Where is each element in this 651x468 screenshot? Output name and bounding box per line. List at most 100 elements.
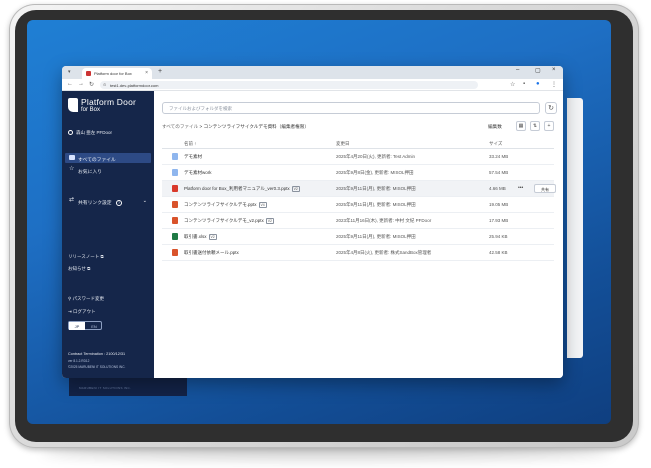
- tab-close-icon[interactable]: ×: [145, 70, 148, 76]
- file-name[interactable]: コンテンツライフサイクルデモ_v2.pptx V2: [184, 218, 274, 224]
- table-row[interactable]: Platform door for Box_利用者マニュアル_ver0.3.pp…: [162, 181, 556, 197]
- chevron-down-icon[interactable]: ⌄: [143, 198, 147, 204]
- column-modified[interactable]: 変更日: [336, 141, 350, 147]
- notices-link[interactable]: お知らせ ⧉: [68, 266, 90, 272]
- version-badge[interactable]: V4: [258, 202, 267, 208]
- file-modified: 2025年4月8日(火), 更新者: 株式SandBox管理者: [336, 250, 432, 255]
- file-name[interactable]: デモ素材: [184, 154, 202, 160]
- release-notes-link[interactable]: リリースノート ⧉: [68, 254, 104, 260]
- pptx-file-icon: [172, 217, 178, 224]
- copyright: ©2025 MARUBENI IT SOLUTIONS INC.: [68, 365, 126, 369]
- breadcrumb-root[interactable]: すべてのファイル: [162, 124, 198, 129]
- column-name[interactable]: 名前 ↑: [184, 141, 197, 147]
- app-version: ver 8.1.2.RD12: [68, 359, 90, 363]
- version-badge[interactable]: V2: [208, 234, 217, 240]
- user-icon: [68, 130, 73, 136]
- pptx-file-icon: [172, 249, 178, 256]
- version-badge[interactable]: V2: [265, 218, 274, 224]
- version-badge[interactable]: V2: [291, 186, 300, 192]
- sidebar-item-label: 共有リンク設定: [78, 201, 112, 206]
- table-row[interactable]: コンテンツライフサイクルデモ.pptx V4 2025年9月11日(月), 更新者…: [162, 197, 554, 213]
- reload-icon[interactable]: ↻: [89, 81, 94, 88]
- file-modified: 2023年11月16日(木), 更新者: 中村 文紀 PFDoor: [336, 218, 432, 223]
- file-name[interactable]: 取引書送付依頼メール.pptx: [184, 250, 239, 256]
- platform-door-logo-icon: [68, 98, 78, 112]
- password-change-link[interactable]: ⚲ パスワード変更: [68, 296, 104, 302]
- refresh-icon: ↻: [548, 105, 554, 112]
- back-icon[interactable]: ←: [67, 81, 73, 87]
- close-window-button[interactable]: ×: [552, 67, 556, 73]
- sidebar-item-label: すべてのファイル: [78, 158, 116, 163]
- search-input[interactable]: ファイルおよびフォルダを検索: [162, 102, 540, 114]
- logout-label: ログアウト: [73, 309, 96, 314]
- plus-icon: +: [547, 123, 551, 129]
- edit-count-label: 編集数: [488, 124, 502, 129]
- table-row[interactable]: コンテンツライフサイクルデモ_v2.pptx V2 2023年11月16日(木),…: [162, 213, 554, 229]
- share-link-icon: ⇄: [69, 197, 75, 203]
- extensions-icon[interactable]: ▪: [523, 81, 525, 87]
- lang-jp-button[interactable]: JP: [69, 322, 85, 330]
- user-menu[interactable]: 森山 亜左 PFDoor: [68, 130, 112, 136]
- sidebar-item-all-files[interactable]: すべてのファイル: [65, 153, 151, 163]
- sidebar-item-favorites[interactable]: ☆ お気に入り: [65, 165, 151, 175]
- app-container: Platform Door for Box 森山 亜左 PFDoor すべてのフ…: [62, 91, 563, 378]
- file-name[interactable]: デモ素材work: [184, 170, 212, 176]
- language-toggle: JP EN: [68, 321, 102, 330]
- sidebar-item-label: お気に入り: [78, 170, 102, 175]
- forward-icon[interactable]: →: [78, 81, 84, 87]
- profile-icon[interactable]: ●: [536, 81, 540, 87]
- table-row[interactable]: デモ素材 2025年4月20日(火), 更新者: Test Admin 33.2…: [162, 149, 554, 165]
- tab-title: Platform door for Box: [94, 71, 132, 76]
- maximize-button[interactable]: ▢: [535, 67, 541, 74]
- logout-link[interactable]: ⇥ ログアウト: [68, 309, 96, 315]
- file-name[interactable]: Platform door for Box_利用者マニュアル_ver0.3.pp…: [184, 186, 300, 192]
- brand-subtitle: for Box: [81, 107, 101, 113]
- grid-icon: ▦: [518, 123, 524, 129]
- browser-window: ▾ Platform door for Box × + – ▢ × ← → ↻ …: [62, 66, 563, 378]
- bookmark-star-icon[interactable]: ☆: [510, 81, 515, 88]
- url-field[interactable]: ⊙ test1.dev-platformdoor.com: [100, 81, 478, 89]
- grid-view-button[interactable]: ▦: [516, 121, 526, 131]
- brand-logo[interactable]: Platform Door for Box: [68, 96, 148, 118]
- contract-termination: Contract Termination : 2100/12/31: [68, 352, 126, 356]
- background-footer-text: MARUBENI IT SOLUTIONS INC.: [79, 386, 132, 390]
- share-button[interactable]: 共有: [534, 184, 556, 193]
- file-name-text: コンテンツライフサイクルデモ_v2.pptx: [184, 218, 264, 223]
- background-app-strip: [567, 98, 583, 358]
- pptx-file-icon: [172, 201, 178, 208]
- file-name-text: コンテンツライフサイクルデモ.pptx: [184, 202, 257, 207]
- xlsx-file-icon: [172, 233, 178, 240]
- url-text: test1.dev-platformdoor.com: [110, 83, 159, 88]
- file-modified: 2025年4月20日(火), 更新者: Test Admin: [336, 154, 416, 159]
- tab-search-icon[interactable]: ▾: [68, 69, 71, 75]
- table-header: 名前 ↑ 変更日 サイズ: [162, 139, 554, 149]
- table-row[interactable]: 取引書.xlsx V2 2025年9月11日(月), 更新者: MISOL押田 2…: [162, 229, 554, 245]
- file-name[interactable]: 取引書.xlsx V2: [184, 234, 217, 240]
- favicon-icon: [86, 71, 91, 76]
- file-modified: 2025年9月11日(月), 更新者: MISOL押田: [336, 186, 416, 191]
- folder-icon: [172, 153, 178, 160]
- file-modified: 2025年9月8日(金), 更新者: MISOL押田: [336, 170, 414, 175]
- table-row[interactable]: デモ素材work 2025年9月8日(金), 更新者: MISOL押田 57.5…: [162, 165, 554, 181]
- add-button[interactable]: +: [544, 121, 554, 131]
- lang-en-button[interactable]: EN: [86, 322, 102, 330]
- refresh-button[interactable]: ↻: [545, 102, 557, 114]
- help-icon[interactable]: ?: [115, 200, 122, 206]
- sort-button[interactable]: ⇅: [530, 121, 540, 131]
- site-info-icon[interactable]: ⊙: [103, 82, 106, 87]
- password-change-label: パスワード変更: [72, 296, 105, 301]
- address-bar: ← → ↻ ⊙ test1.dev-platformdoor.com ☆ ▪ ●…: [62, 79, 563, 91]
- column-size[interactable]: サイズ: [489, 141, 502, 147]
- main-content: ファイルおよびフォルダを検索 ↻ すべてのファイル > コンテンツライフサイクル…: [154, 91, 563, 378]
- browser-tab[interactable]: Platform door for Box ×: [82, 68, 152, 79]
- new-tab-button[interactable]: +: [158, 68, 162, 75]
- file-size: 17.93 MB: [489, 218, 509, 223]
- sidebar-item-shared-links[interactable]: ⇄ 共有リンク設定 ? ⌄: [65, 196, 151, 206]
- table-row[interactable]: 取引書送付依頼メール.pptx 2025年4月8日(火), 更新者: 株式San…: [162, 245, 554, 261]
- minimize-button[interactable]: –: [516, 67, 519, 73]
- file-name[interactable]: コンテンツライフサイクルデモ.pptx V4: [184, 202, 267, 208]
- more-options-icon[interactable]: •••: [518, 185, 523, 191]
- file-size: 19.05 MB: [489, 202, 509, 207]
- user-name: 森山 亜左 PFDoor: [76, 130, 113, 135]
- browser-menu-icon[interactable]: ⋮: [551, 81, 557, 88]
